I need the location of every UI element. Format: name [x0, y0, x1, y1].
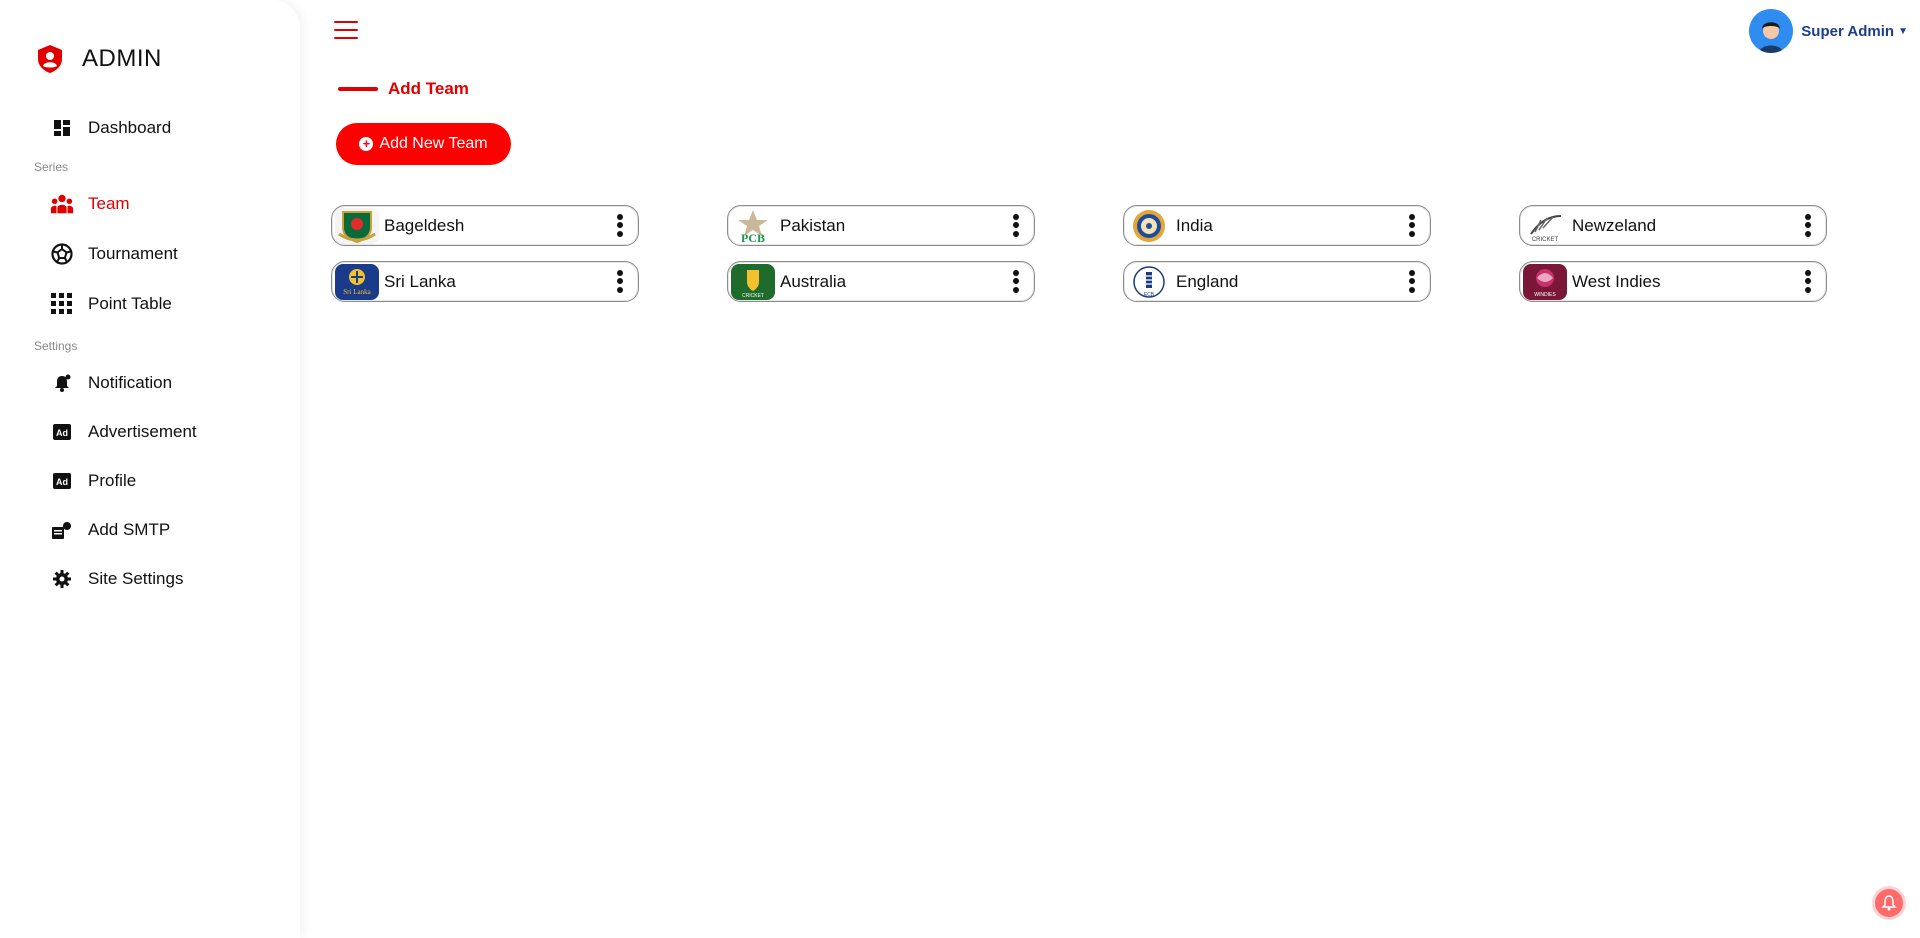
sidebar-item-point-table[interactable]: Point Table — [50, 290, 172, 318]
india-logo-icon — [1127, 207, 1171, 244]
srilanka-logo-icon: Sri Lanka — [335, 263, 379, 300]
sidebar-item-label: Point Table — [88, 294, 172, 313]
tournament-icon — [50, 242, 74, 266]
more-vertical-icon[interactable] — [1006, 211, 1026, 241]
team-card-pakistan[interactable]: PCB Pakistan — [727, 205, 1035, 246]
chevron-down-icon: ▼ — [1898, 25, 1908, 37]
svg-text:PCB: PCB — [741, 231, 765, 244]
sidebar-item-label: Advertisement — [88, 422, 197, 441]
svg-text:CRICKET: CRICKET — [742, 293, 764, 299]
page-title-text: Add Team — [388, 79, 469, 98]
point-table-icon — [50, 292, 74, 316]
sidebar-item-label: Team — [88, 194, 130, 213]
page-title: Add Team — [338, 79, 469, 99]
sidebar-item-label: Dashboard — [88, 118, 172, 137]
svg-text:Sri Lanka: Sri Lanka — [343, 288, 371, 296]
svg-text:Ad: Ad — [56, 428, 68, 438]
notification-bell-float-button[interactable] — [1872, 886, 1906, 920]
team-name: Pakistan — [780, 215, 846, 235]
avatar — [1749, 9, 1794, 53]
westindies-logo-icon: WINDIES — [1523, 263, 1567, 300]
add-new-team-label: Add New Team — [379, 135, 488, 152]
shield-user-icon — [38, 45, 62, 73]
notification-icon — [50, 371, 74, 395]
team-icon — [50, 192, 74, 216]
menu-toggle-icon[interactable] — [334, 18, 360, 42]
ad-icon: Ad — [50, 469, 74, 493]
team-name: England — [1176, 271, 1239, 291]
section-label-series: Series — [34, 160, 69, 174]
sidebar-item-tournament[interactable]: Tournament — [50, 240, 178, 268]
more-vertical-icon[interactable] — [1402, 267, 1422, 297]
team-card-newzealand[interactable]: CRICKET Newzeland — [1519, 205, 1827, 246]
more-vertical-icon[interactable] — [610, 267, 630, 297]
user-menu[interactable]: Super Admin ▼ — [1749, 9, 1908, 53]
more-vertical-icon[interactable] — [610, 211, 630, 241]
more-vertical-icon[interactable] — [1402, 211, 1422, 241]
brand-name: ADMIN — [82, 45, 162, 72]
brand[interactable]: ADMIN — [36, 44, 162, 74]
australia-logo-icon: CRICKET — [731, 263, 775, 300]
sidebar-item-label: Tournament — [88, 244, 178, 263]
team-name: India — [1176, 215, 1213, 235]
team-card-bangladesh[interactable]: Bageldesh — [331, 205, 639, 246]
team-card-westindies[interactable]: WINDIES West Indies — [1519, 261, 1827, 302]
sidebar-item-label: Add SMTP — [88, 520, 171, 539]
section-label-settings: Settings — [34, 339, 78, 353]
bangladesh-logo-icon — [335, 207, 379, 244]
team-name: Australia — [780, 271, 847, 291]
gear-icon — [50, 567, 74, 591]
user-name: Super Admin — [1801, 22, 1895, 40]
svg-text:WINDIES: WINDIES — [1534, 292, 1556, 298]
sidebar-item-label: Notification — [88, 373, 173, 392]
team-card-england[interactable]: ECB England — [1123, 261, 1431, 302]
team-name: Sri Lanka — [384, 271, 456, 291]
ad-icon: Ad — [50, 420, 74, 444]
add-new-team-button[interactable]: + Add New Team — [336, 123, 511, 165]
sidebar-item-advertisement[interactable]: Ad Advertisement — [50, 418, 197, 446]
team-card-australia[interactable]: CRICKET Australia — [727, 261, 1035, 302]
team-name: West Indies — [1572, 271, 1661, 291]
more-vertical-icon[interactable] — [1798, 267, 1818, 297]
title-accent-line — [338, 87, 378, 91]
pakistan-logo-icon: PCB — [731, 207, 775, 244]
plus-circle-icon: + — [359, 137, 374, 151]
svg-text:ECB: ECB — [1144, 292, 1155, 298]
team-card-srilanka[interactable]: Sri Lanka Sri Lanka — [331, 261, 639, 302]
more-vertical-icon[interactable] — [1798, 211, 1818, 241]
newzealand-logo-icon: CRICKET — [1523, 207, 1567, 244]
sidebar-item-dashboard[interactable]: Dashboard — [50, 114, 171, 142]
sidebar: ADMIN Dashboard Series Team Tournament P… — [0, 0, 300, 938]
svg-text:Ad: Ad — [56, 477, 68, 487]
sidebar-item-site-settings[interactable]: Site Settings — [50, 565, 183, 593]
dashboard-icon — [50, 116, 74, 140]
svg-text:CRICKET: CRICKET — [1532, 237, 1559, 243]
england-logo-icon: ECB — [1127, 263, 1171, 300]
bell-icon — [1881, 895, 1897, 911]
sidebar-item-profile[interactable]: Ad Profile — [50, 467, 136, 495]
team-card-india[interactable]: India — [1123, 205, 1431, 246]
sidebar-item-label: Site Settings — [88, 569, 184, 588]
team-name: Newzeland — [1572, 215, 1657, 235]
sidebar-item-label: Profile — [88, 471, 137, 490]
team-name: Bageldesh — [384, 215, 465, 235]
sidebar-item-team[interactable]: Team — [50, 190, 130, 218]
sidebar-item-add-smtp[interactable]: Add SMTP — [50, 516, 170, 544]
smtp-icon — [50, 518, 74, 542]
more-vertical-icon[interactable] — [1006, 267, 1026, 297]
sidebar-item-notification[interactable]: Notification — [50, 369, 172, 397]
